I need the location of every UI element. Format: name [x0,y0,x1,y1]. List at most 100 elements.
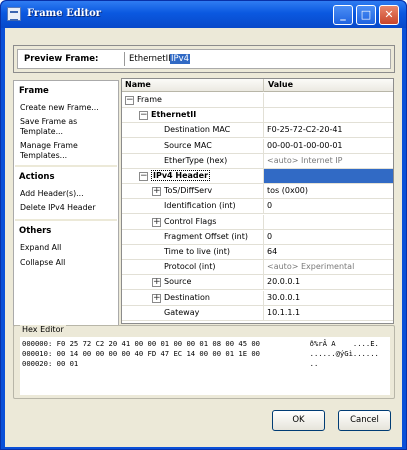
dest-mac-row[interactable]: Destination MAC F0-25-72-C2-20-41 [122,123,393,139]
column-divider [263,290,264,306]
hex-editor-group: Hex Editor 000000: F0 25 72 C2 20 41 00 … [13,325,395,399]
property-name: Time to live (int) [164,247,231,256]
preview-frame-bar: Preview Frame: EthernetII IPv4 [13,45,395,73]
expand-icon[interactable]: + [152,278,161,288]
property-name: Destination MAC [164,125,231,135]
column-header-name[interactable]: Name [125,80,151,89]
column-divider [263,184,264,200]
selected-value-cell[interactable] [264,169,393,183]
property-name: Source [164,277,192,287]
collapse-icon[interactable]: − [125,96,134,105]
tree-node-frame[interactable]: − Frame [122,93,393,108]
title-bar[interactable]: Frame Editor _ □ ✕ [1,1,406,28]
property-name: Frame [137,95,162,104]
gateway-row[interactable]: Gateway 10.1.1.1 [122,305,393,321]
column-divider [263,275,264,291]
column-header-value[interactable]: Value [268,80,293,89]
control-flags-row[interactable]: + Control Flags [122,214,393,230]
task-panel: Frame Create new Frame... Save Frame as … [13,80,119,326]
hex-ascii[interactable]: ð%rÂ A ....E. [310,339,379,348]
property-name: Gateway [164,307,200,317]
preview-separator [124,52,125,66]
window-title: Frame Editor [27,8,102,19]
app-icon [7,7,21,21]
hex-line: 000000: F0 25 72 C2 20 41 00 00 01 00 00… [22,339,379,348]
hex-bytes[interactable]: 00 01 [57,359,310,368]
hex-line: 000010: 00 14 00 00 00 00 40 FD 47 EC 14… [22,349,379,358]
column-separator[interactable] [263,79,264,92]
property-name: EtherType (hex) [164,155,228,165]
hex-bytes[interactable]: 00 14 00 00 00 00 40 FD 47 EC 14 00 00 0… [57,349,310,358]
protocol-row[interactable]: Protocol (int) <auto> Experimental [122,260,393,276]
save-frame-as-template-link[interactable]: Save Frame as Template... [20,117,118,137]
collapse-icon[interactable]: − [139,111,148,121]
hex-ascii[interactable]: .. [310,359,319,368]
property-value[interactable]: 64 [267,247,277,256]
property-value[interactable]: tos (0x00) [267,186,308,195]
property-value[interactable]: 00-00-01-00-00-01 [267,141,343,150]
collapse-icon[interactable]: − [139,172,148,181]
property-value[interactable]: 0 [267,232,272,241]
column-divider [263,138,264,154]
property-name: Fragment Offset (int) [164,231,249,241]
hex-offset: 000000: [22,339,53,348]
property-name: Identification (int) [164,201,236,211]
property-value[interactable]: 10.1.1.1 [267,308,300,317]
ok-button[interactable]: OK [272,410,325,431]
panel-divider [15,165,117,167]
preview-frame-ipv4[interactable]: IPv4 [170,54,191,64]
source-ip-row[interactable]: + Source 20.0.0.1 [122,275,393,291]
dialog-body: Preview Frame: EthernetII IPv4 Frame Cre… [5,28,402,447]
delete-ipv4-header-link[interactable]: Delete IPv4 Header [20,203,118,213]
property-value[interactable]: <auto> Experimental [267,262,354,271]
property-value[interactable]: 0 [267,201,272,210]
expand-icon[interactable]: + [152,187,161,197]
expand-icon[interactable]: + [152,217,161,227]
column-divider [263,169,264,184]
maximize-button[interactable]: □ [356,5,376,25]
column-divider [263,245,264,260]
property-name: Destination [164,292,210,302]
column-divider [263,229,264,245]
property-value[interactable]: <auto> Internet IP [267,156,342,165]
tree-node-ipv4-header[interactable]: − IPv4 Header [122,169,393,184]
property-name: Protocol (int) [164,262,216,272]
tos-row[interactable]: + ToS/DiffServ tos (0x00) [122,184,393,200]
collapse-all-link[interactable]: Collapse All [20,258,118,268]
property-name: EthernetII [151,110,197,120]
cancel-button[interactable]: Cancel [338,410,391,431]
grid-header: Name Value [122,79,393,92]
hex-bytes[interactable]: F0 25 72 C2 20 41 00 00 01 00 00 01 08 0… [57,339,310,348]
ethertype-row[interactable]: EtherType (hex) <auto> Internet IP [122,153,393,169]
hex-line: 000020: 00 01.. [22,359,318,368]
property-name: ToS/DiffServ [164,186,213,196]
expand-all-link[interactable]: Expand All [20,243,118,253]
add-headers-link[interactable]: Add Header(s)... [20,189,118,199]
minimize-button[interactable]: _ [333,5,353,25]
hex-ascii[interactable]: ......@ýGì...... [310,349,379,358]
column-divider [263,305,264,321]
create-new-frame-link[interactable]: Create new Frame... [20,103,118,113]
property-value[interactable]: 30.0.0.1 [267,293,300,302]
close-button[interactable]: ✕ [379,5,399,25]
fragment-offset-row[interactable]: Fragment Offset (int) 0 [122,229,393,245]
property-value[interactable]: 20.0.0.1 [267,277,300,286]
destination-ip-row[interactable]: + Destination 30.0.0.1 [122,290,393,306]
identification-row[interactable]: Identification (int) 0 [122,199,393,215]
column-divider [263,260,264,276]
tree-node-ethernetii[interactable]: − EthernetII [122,108,393,124]
hex-editor-label: Hex Editor [20,325,66,334]
column-divider [263,153,264,169]
manage-frame-templates-link[interactable]: Manage Frame Templates... [20,141,118,161]
column-divider [263,93,264,108]
column-divider [263,214,264,230]
group-header-actions: Actions [14,169,118,185]
preview-frame-ethernetii[interactable]: EthernetII [128,54,172,64]
group-header-others: Others [14,223,118,239]
hex-editor-view[interactable]: 000000: F0 25 72 C2 20 41 00 00 01 00 00… [20,337,390,395]
preview-frame-strip: Preview Frame: EthernetII IPv4 [17,49,391,69]
property-value[interactable]: F0-25-72-C2-20-41 [267,125,343,134]
ttl-row[interactable]: Time to live (int) 64 [122,245,393,260]
source-mac-row[interactable]: Source MAC 00-00-01-00-00-01 [122,138,393,154]
expand-icon[interactable]: + [152,293,161,303]
